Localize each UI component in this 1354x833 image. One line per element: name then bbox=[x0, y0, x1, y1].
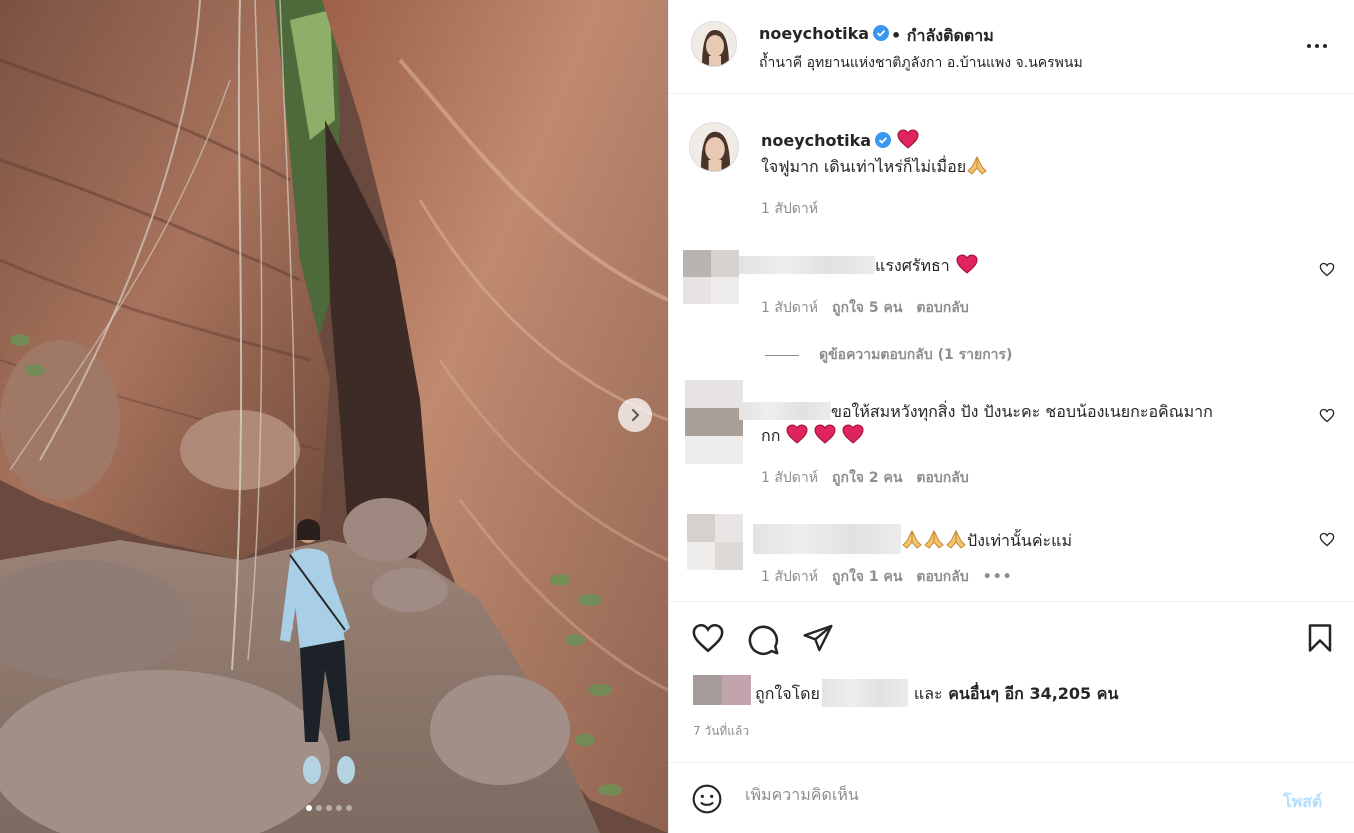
post-comment-button[interactable]: โพสต์ bbox=[1283, 790, 1322, 815]
red-heart-emoji-icon bbox=[897, 129, 919, 149]
comment-likes-link[interactable]: ถูกใจ 1 คน bbox=[832, 569, 902, 585]
chevron-right-icon bbox=[632, 409, 640, 421]
view-replies-button[interactable]: ดูข้อความตอบกลับ (1 รายการ) bbox=[765, 344, 1012, 366]
more-dots-icon bbox=[1307, 44, 1327, 48]
replies-divider bbox=[765, 354, 799, 356]
comment-input[interactable] bbox=[745, 785, 1265, 804]
comment-likes-link[interactable]: ถูกใจ 2 คน bbox=[832, 470, 902, 486]
commenter-avatar-blurred[interactable] bbox=[685, 380, 743, 464]
red-heart-emoji-icon bbox=[786, 424, 808, 444]
bookmark-icon bbox=[1308, 624, 1332, 652]
carousel-dot bbox=[336, 805, 342, 811]
comment-text: แรงศรัทธา bbox=[739, 254, 978, 279]
save-button[interactable] bbox=[1305, 622, 1335, 658]
folded-hands-emoji-icon bbox=[967, 155, 987, 175]
caption-body: ใจฟูมาก เดินเท่าไหร่ก็ไม่เมื่อย bbox=[761, 157, 967, 176]
photo-canyon-scene bbox=[0, 0, 668, 833]
share-button[interactable] bbox=[801, 622, 835, 658]
comment-like-button[interactable] bbox=[1319, 408, 1335, 427]
post-date: 7 วันที่แล้ว bbox=[693, 724, 750, 738]
red-heart-emoji-icon bbox=[814, 424, 836, 444]
comment-text: ขอให้สมหวังทุกสิ่ง ปัง ปังนะคะ ชอบน้องเน… bbox=[739, 400, 1213, 425]
post-header: noeychotika • กำลังติดตาม ถ้ำนาคี อุทยาน… bbox=[669, 0, 1354, 94]
comment-bubble-icon bbox=[748, 625, 779, 656]
liked-by-label: ถูกใจโดย bbox=[755, 684, 820, 703]
others-likes-link[interactable]: คนอื่นๆ อีก 34,205 คน bbox=[948, 684, 1118, 703]
comment-meta: 1 สัปดาห์ ถูกใจ 1 คน ตอบกลับ ••• bbox=[761, 566, 1013, 588]
comment-text: ปังเท่านั้นค่ะแม่ bbox=[753, 524, 1072, 554]
like-button[interactable] bbox=[691, 622, 725, 658]
comment-button[interactable] bbox=[746, 622, 780, 660]
post-photo[interactable] bbox=[0, 0, 668, 833]
comment-options-button[interactable]: ••• bbox=[983, 569, 1013, 585]
verified-badge-icon bbox=[873, 25, 890, 41]
add-comment-bar: โพสต์ bbox=[669, 762, 1354, 833]
liker-avatars-blurred[interactable] bbox=[693, 675, 751, 705]
red-heart-emoji-icon bbox=[842, 424, 864, 444]
heart-outline-icon bbox=[1319, 532, 1335, 547]
likes-and-label: และ bbox=[913, 684, 943, 703]
location-link[interactable]: ถ้ำนาคี อุทยานแห่งชาติภูลังกา อ.บ้านแพง … bbox=[759, 52, 1083, 74]
folded-hands-emoji-icon bbox=[924, 529, 944, 549]
view-replies-label: ดูข้อความตอบกลับ (1 รายการ) bbox=[819, 347, 1013, 363]
comment-body-cont: กก bbox=[761, 426, 781, 445]
folded-hands-emoji-icon bbox=[902, 529, 922, 549]
caption-timestamp: 1 สัปดาห์ bbox=[761, 201, 818, 217]
more-options-button[interactable] bbox=[1305, 36, 1329, 60]
avatar-image bbox=[692, 22, 736, 66]
avatar[interactable] bbox=[689, 122, 739, 172]
blurred-liker-name[interactable] bbox=[821, 679, 908, 707]
blurred-username[interactable] bbox=[739, 402, 831, 420]
caption-text: ใจฟูมาก เดินเท่าไหร่ก็ไม่เมื่อย bbox=[761, 155, 988, 180]
avatar-image bbox=[690, 123, 738, 171]
carousel-dot bbox=[306, 805, 312, 811]
comment-timestamp: 1 สัปดาห์ bbox=[761, 470, 818, 486]
avatar[interactable] bbox=[691, 21, 737, 67]
paper-plane-icon bbox=[803, 624, 833, 652]
comment-likes-link[interactable]: ถูกใจ 5 คน bbox=[832, 300, 902, 316]
reply-button[interactable]: ตอบกลับ bbox=[916, 470, 968, 486]
comment-like-button[interactable] bbox=[1319, 532, 1335, 551]
verified-badge-icon bbox=[875, 132, 892, 148]
username-text: noeychotika bbox=[759, 24, 870, 43]
carousel-dot bbox=[326, 805, 332, 811]
comment-timestamp: 1 สัปดาห์ bbox=[761, 300, 818, 316]
reply-button[interactable]: ตอบกลับ bbox=[916, 569, 968, 585]
comment-timestamp: 1 สัปดาห์ bbox=[761, 569, 818, 585]
folded-hands-emoji-icon bbox=[946, 529, 966, 549]
heart-outline-icon bbox=[1319, 408, 1335, 423]
blurred-username[interactable] bbox=[739, 256, 875, 274]
follow-state-button[interactable]: • กำลังติดตาม bbox=[891, 24, 994, 49]
smiley-face-icon bbox=[692, 784, 722, 814]
comment-body: ขอให้สมหวังทุกสิ่ง ปัง ปังนะคะ ชอบน้องเน… bbox=[831, 402, 1213, 421]
username-link[interactable]: noeychotika bbox=[759, 24, 890, 43]
carousel-dot bbox=[346, 805, 352, 811]
comment-body: ปังเท่านั้นค่ะแม่ bbox=[967, 531, 1072, 550]
comment-meta: 1 สัปดาห์ ถูกใจ 5 คน ตอบกลับ bbox=[761, 297, 969, 319]
likes-summary: ถูกใจโดย และ คนอื่นๆ อีก 34,205 คน bbox=[693, 675, 1118, 707]
comment-meta: 1 สัปดาห์ ถูกใจ 2 คน ตอบกลับ bbox=[761, 467, 969, 489]
carousel-next-button[interactable] bbox=[618, 398, 652, 432]
comment-like-button[interactable] bbox=[1319, 262, 1335, 281]
post-sidebar: noeychotika • กำลังติดตาม ถ้ำนาคี อุทยาน… bbox=[668, 0, 1354, 833]
comment-body: แรงศรัทธา bbox=[875, 256, 950, 275]
emoji-button[interactable] bbox=[691, 783, 723, 819]
red-heart-emoji-icon bbox=[956, 254, 978, 274]
caption-username-link[interactable]: noeychotika bbox=[761, 129, 919, 150]
reply-button[interactable]: ตอบกลับ bbox=[916, 300, 968, 316]
username-text: noeychotika bbox=[761, 131, 872, 150]
carousel-dot bbox=[316, 805, 322, 811]
blurred-username[interactable] bbox=[753, 524, 901, 554]
heart-outline-icon bbox=[692, 623, 724, 653]
carousel-dots bbox=[306, 805, 352, 811]
commenter-avatar-blurred[interactable] bbox=[683, 250, 739, 304]
commenter-avatar-blurred[interactable] bbox=[687, 514, 743, 570]
comment-text-line2: กก bbox=[761, 424, 864, 449]
heart-outline-icon bbox=[1319, 262, 1335, 277]
